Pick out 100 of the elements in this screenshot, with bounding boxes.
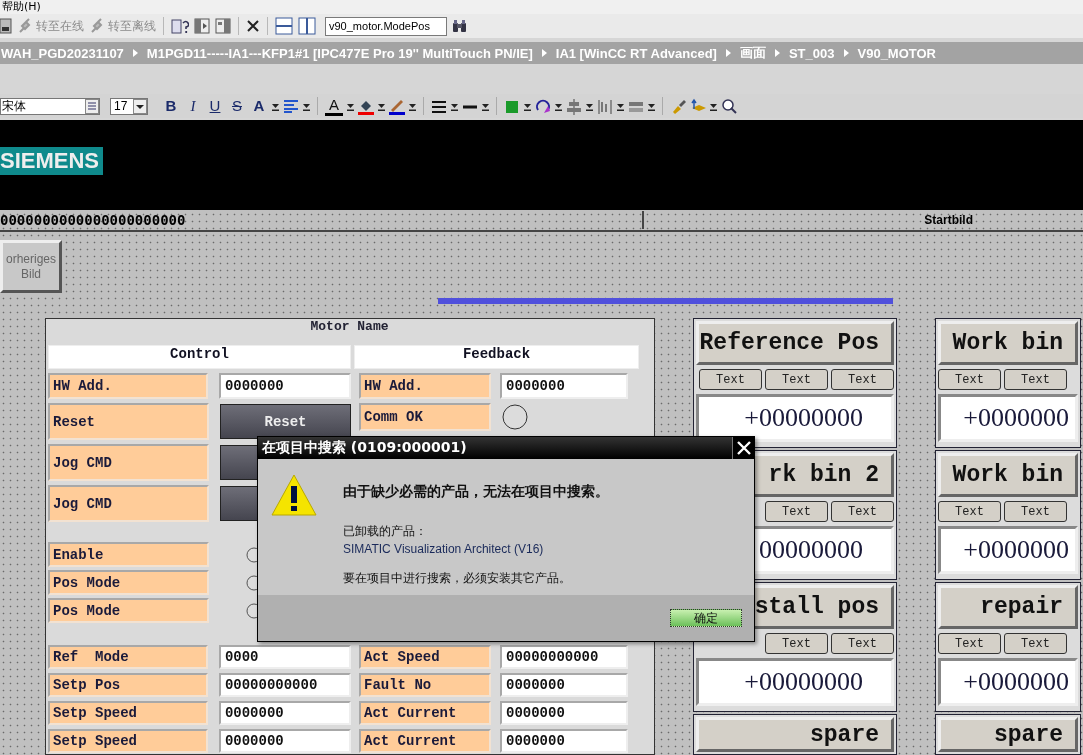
caret-icon[interactable] — [272, 101, 279, 111]
field-label: Pos Mode — [48, 598, 209, 623]
value-field[interactable]: 0000 — [218, 645, 351, 669]
dialog-title: 在项目中搜索 (0109:000001) — [261, 439, 467, 457]
horizontal-split-icon[interactable] — [275, 17, 293, 35]
text-button[interactable]: Text — [1004, 501, 1067, 522]
caret-icon[interactable] — [617, 101, 624, 111]
value-field[interactable]: 0000000 — [500, 373, 628, 399]
binoculars-icon[interactable] — [452, 18, 468, 34]
strikethrough-button[interactable]: S — [228, 96, 246, 116]
screen-name: Startbild — [924, 213, 973, 227]
detail-label: 已卸载的产品： — [343, 523, 428, 540]
text-button[interactable]: Text — [1004, 633, 1067, 654]
font-size-up-button[interactable]: A — [250, 96, 268, 116]
brush-icon[interactable] — [670, 97, 686, 115]
product-name: SIMATIC Visualization Architect (V16) — [343, 542, 545, 556]
field-label: Jog CMD — [48, 485, 209, 522]
text-button[interactable]: Text — [699, 369, 762, 390]
value-field[interactable]: 00000000000 — [500, 645, 628, 669]
close-icon — [736, 441, 751, 455]
caret-icon[interactable] — [451, 101, 458, 111]
font-size-dropdown[interactable]: 17 — [110, 97, 148, 115]
field-label: Act Current — [359, 701, 491, 725]
value-display: +0000000 — [938, 658, 1078, 706]
field-label: Enable — [48, 542, 209, 567]
value-field[interactable]: 0000000 — [218, 701, 351, 725]
align-icon[interactable] — [283, 99, 299, 113]
chevron-right-icon — [132, 49, 138, 57]
dialog-hint: 要在项目中进行搜索，必须安装其它产品。 — [343, 570, 572, 587]
caret-icon[interactable] — [347, 101, 354, 111]
tile-title: Reference Pos — [696, 321, 894, 365]
ok-button[interactable]: 确定 — [670, 609, 742, 627]
caret-icon[interactable] — [524, 101, 531, 111]
caret-icon[interactable] — [303, 101, 310, 111]
bold-button[interactable]: B — [162, 96, 180, 116]
value-display: +00000000 — [696, 658, 894, 706]
list-icon[interactable] — [85, 98, 99, 114]
text-button[interactable]: Text — [765, 501, 828, 522]
text-button[interactable]: Text — [938, 369, 1001, 390]
help-icon[interactable] — [171, 17, 189, 35]
field-label: Pos Mode — [48, 570, 209, 595]
chevron-right-icon — [725, 49, 731, 57]
rotate-icon[interactable] — [535, 97, 551, 115]
caret-icon[interactable] — [710, 101, 717, 111]
column-header: Control — [48, 345, 351, 369]
value-field[interactable]: 0000000 — [500, 701, 628, 725]
previous-screen-button[interactable]: orheriges Bild — [0, 240, 62, 293]
field-label: Setp Speed — [48, 701, 208, 725]
caret-icon[interactable] — [586, 101, 593, 111]
field-label: Setp Pos — [48, 673, 208, 697]
caret-icon[interactable] — [555, 101, 562, 111]
warning-icon — [270, 473, 318, 517]
panel-title: Motor Name — [309, 319, 390, 336]
pen-icon[interactable] — [389, 97, 405, 115]
close-button[interactable] — [732, 437, 754, 459]
field-label: Act Current — [359, 729, 491, 753]
close-icon[interactable] — [246, 19, 260, 33]
vertical-split-icon[interactable] — [298, 17, 316, 35]
text-button[interactable]: Text — [765, 369, 828, 390]
text-button[interactable]: Text — [938, 501, 1001, 522]
text-button[interactable]: Text — [831, 369, 894, 390]
tile-title: repair — [938, 585, 1078, 629]
text-button[interactable]: Text — [938, 633, 1001, 654]
font-color-button[interactable]: A — [325, 96, 343, 116]
chevron-right-icon — [843, 49, 849, 57]
tile-title: Work bin — [938, 453, 1078, 497]
field-label: Reset — [48, 403, 209, 440]
value-display: +00000000 — [696, 394, 894, 442]
text-button[interactable]: Text — [765, 633, 828, 654]
field-label: Comm OK — [359, 403, 491, 431]
column-header: Feedback — [354, 345, 639, 369]
caret-icon[interactable] — [482, 101, 489, 111]
caret-icon[interactable] — [648, 101, 655, 111]
zoom-icon[interactable] — [721, 97, 737, 115]
field-label: Ref Mode — [48, 645, 208, 669]
italic-button[interactable]: I — [184, 96, 202, 116]
command-button[interactable]: Reset — [220, 404, 351, 439]
value-field[interactable]: 0000000 — [218, 373, 351, 399]
field-label: HW Add. — [48, 373, 208, 399]
menu-item[interactable]: 帮助(H) — [2, 0, 41, 14]
text-button[interactable]: Text — [1004, 369, 1067, 390]
text-button[interactable]: Text — [831, 633, 894, 654]
value-field[interactable]: 0000000 — [218, 729, 351, 753]
caret-icon[interactable] — [378, 101, 385, 111]
window-icon[interactable] — [215, 18, 231, 34]
field-label: Setp Speed — [48, 729, 208, 753]
field-label: Jog CMD — [48, 444, 209, 481]
underline-button[interactable]: U — [206, 96, 224, 116]
chevron-right-icon — [541, 49, 547, 57]
tag-field[interactable]: v90_motor.ModePos — [325, 16, 447, 36]
value-field[interactable]: 0000000 — [500, 673, 628, 697]
tile-title: spare — [938, 717, 1078, 752]
font-field[interactable]: 宋体 — [0, 97, 100, 115]
value-field[interactable]: 00000000000 — [218, 673, 351, 697]
chevron-right-icon — [774, 49, 780, 57]
value-field[interactable]: 0000000 — [500, 729, 628, 753]
window-icon[interactable] — [194, 18, 210, 34]
text-button[interactable]: Text — [831, 501, 894, 522]
panel-icon[interactable] — [0, 18, 12, 34]
caret-icon[interactable] — [409, 101, 416, 111]
